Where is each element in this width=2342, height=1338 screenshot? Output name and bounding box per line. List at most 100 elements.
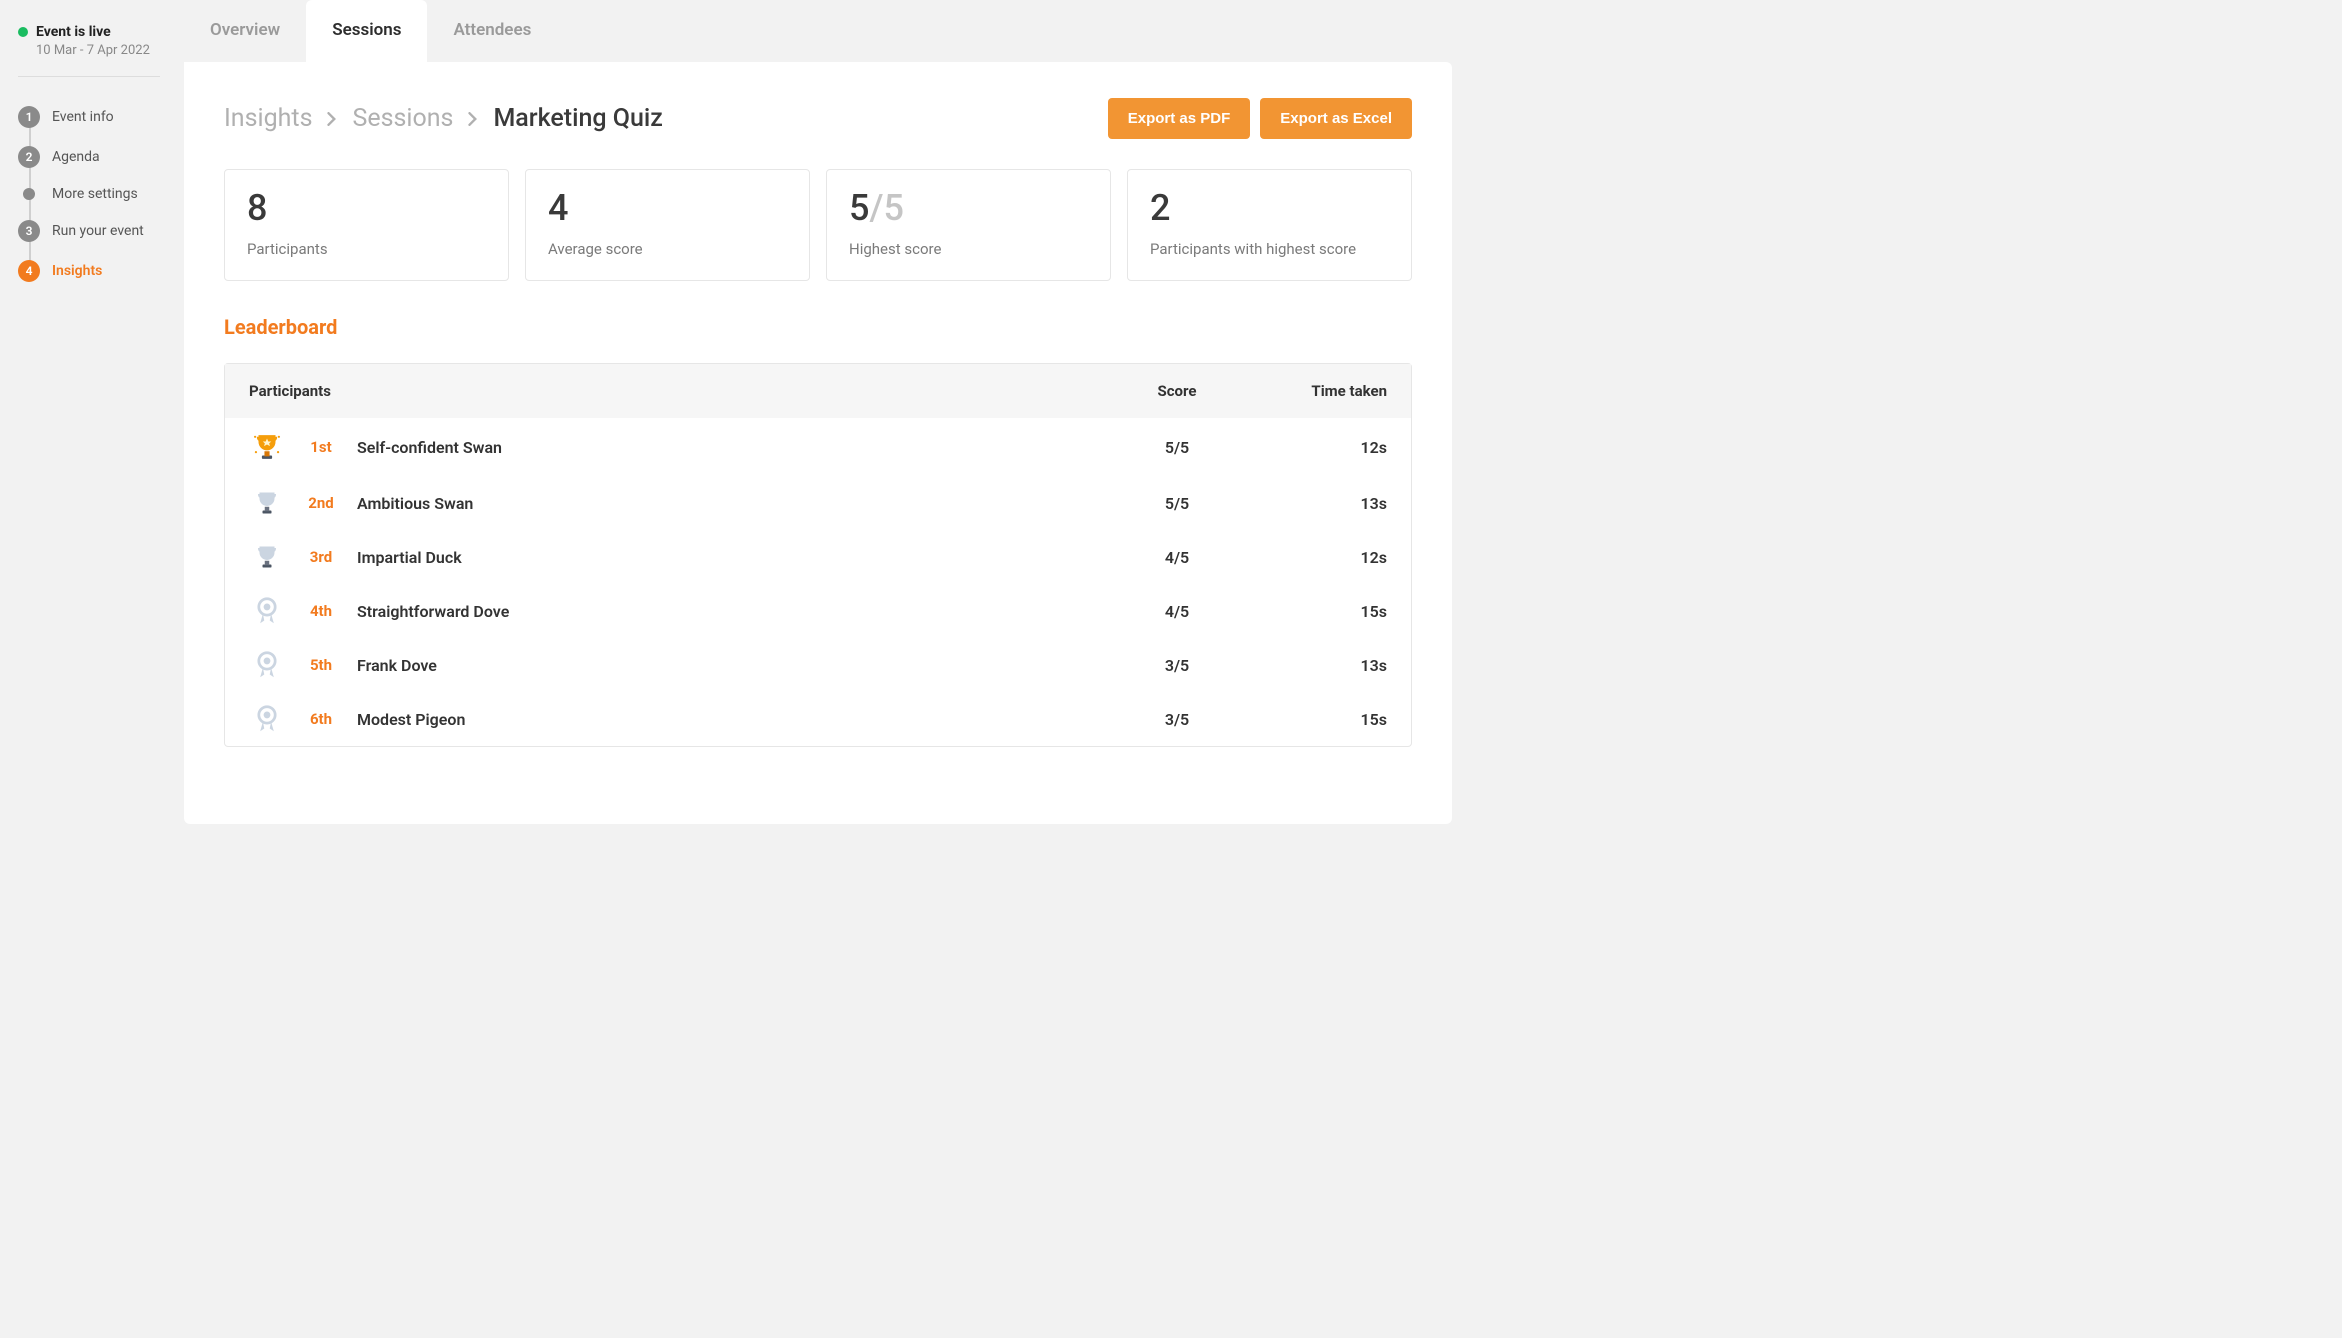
score-cell: 5/5 [1107,438,1247,457]
status-live-dot-icon [18,27,28,37]
sidebar: Event is live 10 Mar - 7 Apr 2022 1 Event… [0,0,172,836]
breadcrumb-current: Marketing Quiz [493,104,662,133]
table-row: 1st Self-confident Swan 5/512s [225,418,1411,476]
participant-name: Ambitious Swan [357,494,473,513]
status-date: 10 Mar - 7 Apr 2022 [36,43,160,58]
step-label: Event info [52,109,114,125]
export-actions: Export as PDF Export as Excel [1108,98,1412,139]
time-cell: 15s [1247,710,1387,729]
stat-label: Participants [247,240,486,258]
stat-top-participants: 2 Participants with highest score [1127,169,1412,281]
content-header: Insights Sessions Marketing Quiz Export … [224,98,1412,139]
leaderboard-body: 1stSelf-confident Swan5/512s2ndAmbitious… [225,418,1411,746]
rank-label: 6th [303,710,339,728]
export-pdf-button[interactable]: Export as PDF [1108,98,1251,139]
trophy-icon [249,430,285,464]
participant-name: Self-confident Swan [357,438,502,457]
participant-name: Impartial Duck [357,548,462,567]
sidebar-step-insights[interactable]: 4 Insights [18,251,160,291]
stat-average-score: 4 Average score [525,169,810,281]
stat-value: 4 [548,190,787,226]
score-cell: 4/5 [1107,602,1247,621]
stat-label: Participants with highest score [1150,240,1389,258]
event-status: Event is live [18,24,160,40]
participant-cell: 5th Frank Dove [249,650,1107,680]
medal-icon [249,596,285,626]
step-label: Insights [52,263,102,279]
medal-icon [249,650,285,680]
step-number-badge: 4 [18,260,40,282]
rank-label: 5th [303,656,339,674]
tab-sessions[interactable]: Sessions [306,0,427,62]
export-excel-button[interactable]: Export as Excel [1260,98,1412,139]
table-row: 2nd Ambitious Swan 5/513s [225,476,1411,530]
rank-label: 4th [303,602,339,620]
chevron-right-icon [467,107,479,131]
step-number-badge: 1 [18,106,40,128]
stat-label: Average score [548,240,787,258]
tab-overview[interactable]: Overview [184,0,306,62]
participant-cell: 2nd Ambitious Swan [249,488,1107,518]
breadcrumb: Insights Sessions Marketing Quiz [224,104,663,133]
stat-participants: 8 Participants [224,169,509,281]
stat-value: 2 [1150,190,1389,226]
time-cell: 12s [1247,548,1387,567]
participant-name: Straightforward Dove [357,602,509,621]
status-label: Event is live [36,24,111,40]
stat-value: 5/5 [849,190,1088,226]
table-row: 4th Straightforward Dove 4/515s [225,584,1411,638]
leaderboard-header: Participants Score Time taken [225,364,1411,418]
step-number-badge: 3 [18,220,40,242]
sidebar-divider [18,76,160,77]
time-cell: 13s [1247,494,1387,513]
participant-cell: 4th Straightforward Dove [249,596,1107,626]
tab-attendees[interactable]: Attendees [427,0,557,62]
score-cell: 3/5 [1107,656,1247,675]
trophy-icon [249,542,285,572]
score-cell: 4/5 [1107,548,1247,567]
time-cell: 15s [1247,602,1387,621]
step-dot-icon [23,188,35,200]
leaderboard-title: Leaderboard [224,315,1412,339]
step-label: Run your event [52,223,144,239]
sidebar-step-run-your-event[interactable]: 3 Run your event [18,211,160,251]
sidebar-step-event-info[interactable]: 1 Event info [18,97,160,137]
leaderboard-table: Participants Score Time taken 1st Self-co… [224,363,1412,747]
table-row: 3rd Impartial Duck 4/512s [225,530,1411,584]
participant-cell: 3rd Impartial Duck [249,542,1107,572]
participant-name: Frank Dove [357,656,437,675]
sidebar-step-agenda[interactable]: 2 Agenda [18,137,160,177]
main: Overview Sessions Attendees Insights Ses… [172,0,1464,836]
content: Insights Sessions Marketing Quiz Export … [184,62,1452,824]
col-header-participants: Participants [249,382,1107,400]
tabs: Overview Sessions Attendees [172,0,1464,62]
step-number-badge: 2 [18,146,40,168]
participant-name: Modest Pigeon [357,710,465,729]
rank-label: 1st [303,438,339,456]
table-row: 6th Modest Pigeon 3/515s [225,692,1411,746]
stats-row: 8 Participants 4 Average score 5/5 Highe… [224,169,1412,281]
sidebar-steps: 1 Event info 2 Agenda More settings 3 Run your… [18,97,160,291]
sidebar-step-more-settings[interactable]: More settings [18,177,160,211]
chevron-right-icon [326,107,338,131]
participant-cell: 6th Modest Pigeon [249,704,1107,734]
time-cell: 13s [1247,656,1387,675]
participant-cell: 1st Self-confident Swan [249,430,1107,464]
step-label: Agenda [52,149,100,165]
stat-label: Highest score [849,240,1088,258]
breadcrumb-sessions[interactable]: Sessions [352,104,453,133]
breadcrumb-insights[interactable]: Insights [224,104,312,133]
stat-highest-score: 5/5 Highest score [826,169,1111,281]
stat-value: 8 [247,190,486,226]
time-cell: 12s [1247,438,1387,457]
col-header-time: Time taken [1247,382,1387,400]
rank-label: 3rd [303,548,339,566]
trophy-icon [249,488,285,518]
medal-icon [249,704,285,734]
step-label: More settings [52,186,138,202]
score-cell: 5/5 [1107,494,1247,513]
rank-label: 2nd [303,494,339,512]
col-header-score: Score [1107,382,1247,400]
table-row: 5th Frank Dove 3/513s [225,638,1411,692]
score-cell: 3/5 [1107,710,1247,729]
